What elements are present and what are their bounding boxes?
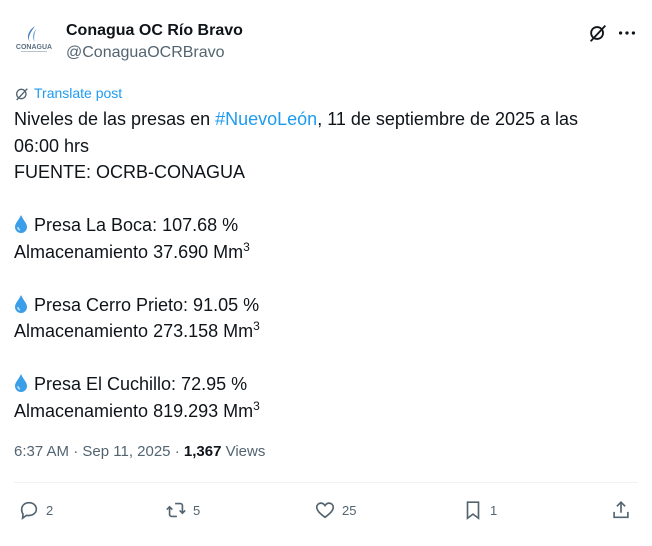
avatar[interactable]: CONAGUA <box>14 20 54 60</box>
like-count: 25 <box>342 502 357 518</box>
text-line-2: 06:00 hrs <box>14 135 90 156</box>
text-line-1: Niveles de las presas en #NuevoLeón, 11 … <box>14 106 634 133</box>
translate-label: Translate post <box>34 85 123 101</box>
dam-storage: Almacenamiento 273.158 Mm <box>14 321 254 341</box>
superscript: 3 <box>253 398 260 413</box>
dam-storage-line: Almacenamiento 273.158 Mm3 <box>14 318 634 345</box>
reply-count: 2 <box>46 502 54 518</box>
account-handle[interactable]: @ConaguaOCRBravo <box>66 43 225 63</box>
more-icon[interactable] <box>616 22 638 44</box>
reply-icon <box>20 501 38 521</box>
dam-name-line: Presa El Cuchillo: 72.95 % <box>14 371 634 398</box>
hashtag-link[interactable]: #NuevoLeón <box>215 109 317 129</box>
text-line-1-post: , 11 de septiembre de 2025 a las <box>317 109 579 129</box>
repost-button[interactable]: 5 <box>165 498 200 522</box>
translate-icon <box>16 88 28 101</box>
like-button[interactable]: 25 <box>314 498 356 522</box>
dam-name-line: Presa La Boca: 107.68 % <box>14 212 634 239</box>
dam-name-line: Presa Cerro Prieto: 91.05 % <box>14 292 634 319</box>
dam-storage: Almacenamiento 37.690 Mm <box>14 241 244 262</box>
superscript: 3 <box>253 319 260 333</box>
superscript: 3 <box>243 239 250 254</box>
meta-separator: · <box>170 443 184 460</box>
dam-name: Presa La Boca: 107.68 % <box>34 215 239 235</box>
like-icon <box>315 502 335 519</box>
repost-count: 5 <box>193 502 201 518</box>
tweet-card: CONAGUA Conagua OC Río Bravo @ConaguaOCR… <box>0 0 652 546</box>
account-name[interactable]: Conagua OC Río Bravo <box>66 21 243 41</box>
bookmark-count: 1 <box>490 502 498 518</box>
droplet-icon <box>15 374 27 392</box>
dam-storage: Almacenamiento 819.293 Mm <box>14 400 254 421</box>
grok-icon[interactable] <box>587 22 609 44</box>
droplet-icon <box>15 294 27 313</box>
translate-post-link[interactable]: Translate post <box>14 83 122 103</box>
views-count: 1,367 <box>183 443 222 460</box>
reply-button[interactable]: 2 <box>18 498 53 522</box>
share-button[interactable] <box>610 498 638 522</box>
repost-icon <box>166 502 186 518</box>
avatar-text: CONAGUA <box>16 44 52 51</box>
conagua-logo: CONAGUA <box>16 26 52 52</box>
dam-name: Presa El Cuchillo: 72.95 % <box>34 374 248 394</box>
meta-separator: · <box>69 443 83 460</box>
tweet-date[interactable]: Sep 11, 2025 <box>82 443 170 460</box>
droplet-icon <box>15 215 27 233</box>
tweet-text: Niveles de las presas en #NuevoLeón, 11 … <box>14 106 634 424</box>
divider <box>14 482 638 483</box>
dam-name: Presa Cerro Prieto: 91.05 % <box>34 294 260 315</box>
text-line-1-pre: Niveles de las presas en <box>14 109 216 129</box>
text-source: FUENTE: OCRB-CONAGUA <box>14 162 246 182</box>
dam-storage-line: Almacenamiento 37.690 Mm3 <box>14 239 634 266</box>
tweet-meta: 6:37 AM · Sep 11, 2025 · 1,367 Views <box>14 442 265 462</box>
bookmark-button[interactable]: 1 <box>462 498 497 522</box>
share-icon <box>613 501 629 519</box>
views-label: Views <box>221 443 266 460</box>
dam-storage-line: Almacenamiento 819.293 Mm3 <box>14 398 634 425</box>
tweet-time[interactable]: 6:37 AM <box>14 443 69 460</box>
bookmark-icon <box>466 501 480 520</box>
